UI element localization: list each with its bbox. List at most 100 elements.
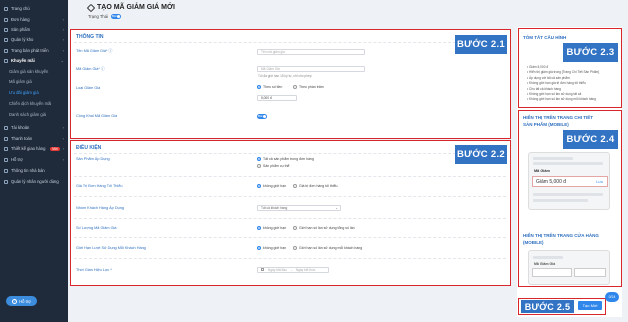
sidebar-item[interactable]: Tài khoản › [0, 123, 68, 132]
info-card [70, 29, 511, 139]
create-button[interactable]: Tạo Mới [578, 301, 602, 310]
page-title: TẠO MÃ GIẢM GIÁ MỚI [86, 3, 175, 12]
public-voucher-toggle[interactable]: Bật [257, 114, 267, 119]
public-voucher-label: Công Khai Mã Giảm Giá [76, 114, 118, 118]
sidebar-item[interactable]: Thông tin nhà bán [0, 166, 68, 175]
voucher-code-input[interactable]: Mã Giảm Giá [257, 66, 365, 72]
shop-voucher-label: Mã Giảm Giá [534, 262, 556, 266]
summary-line: • Không giới hạn số lần sử dụng tất cả [527, 92, 582, 96]
sidebar-item[interactable]: Đơn hàng › [0, 15, 68, 24]
chevron-icon: › [62, 136, 64, 141]
sidebar-item[interactable]: Ưu đãi giảm giá [0, 88, 68, 97]
step-badge-2-5: BƯỚC 2.5 [521, 300, 574, 313]
sidebar-item-label: Trang chủ [11, 6, 30, 11]
sidebar-item[interactable]: Giảm giá sản khuyến [0, 67, 68, 76]
radio-icon [293, 85, 297, 89]
placeholder-bar [533, 157, 573, 160]
min-order-unlimited[interactable]: không giới hạn [257, 184, 286, 188]
voucher-section-label: Mã Giảm [534, 169, 550, 173]
sidebar-item-label: Giảm giá sản khuyến [9, 69, 49, 74]
chevron-icon: ⌄ [60, 58, 64, 63]
pdp-preview-title: HIỂN THỊ TRÊN TRANG CHI TIẾT SẢN PHẨM (M… [523, 115, 593, 127]
sidebar: Trang chủ Đơn hàng › Sản phẩm › Quản lý kho › T… [0, 0, 68, 322]
voucher-value: Giảm 5,000 đ [536, 178, 567, 185]
sidebar-item[interactable]: Danh sách giảm giá [0, 110, 68, 119]
per-customer-limit-label: Giới Hạn Lượt Sử Dụng Mỗi Khách Hàng [76, 246, 146, 250]
sidebar-item-label: Đơn hàng [11, 17, 30, 22]
option-label: Giới hạn số lần sử dụng mỗi khách hàng [299, 246, 363, 250]
quantity-unlimited[interactable]: không giới hạn [257, 226, 286, 230]
customer-group-label: Nhóm Khách Hàng Áp Dụng [76, 206, 124, 210]
sidebar-item[interactable]: Quản lý nhân người dùng [0, 177, 68, 186]
radio-icon [257, 157, 261, 161]
help-button[interactable]: ? Hỗ trợ [6, 296, 37, 306]
radio-icon [257, 226, 261, 230]
divider [74, 258, 506, 259]
chevron-icon: › [62, 37, 64, 42]
summary-line: • Hiển thị giảm giá trong [Trang Chi Tiế… [527, 70, 600, 75]
status-label: Trạng Thái [88, 14, 109, 19]
floating-counter-button[interactable]: 0/24 [605, 292, 619, 302]
start-date: Ngày bắt đầu [267, 268, 287, 272]
shop-voucher-preview [574, 268, 606, 277]
customer-group-select[interactable]: Tất cả khách hàng ⌄ [257, 205, 341, 211]
menu-icon [4, 48, 8, 53]
divider [74, 196, 506, 197]
placeholder-bar [533, 162, 603, 165]
placeholder-bar [533, 199, 588, 202]
voucher-code-label: Mã Giảm Giá* ⓘ [76, 67, 105, 71]
sidebar-item[interactable]: Quản lý kho › [0, 35, 68, 44]
page-title-text: TẠO MÃ GIẢM GIÁ MỚI [97, 4, 175, 11]
applied-products-label: Sản Phẩm Áp Dụng [76, 157, 110, 161]
min-order-label: Giá Trị Đơn Hàng Tối Thiểu [76, 184, 123, 188]
all-products-option[interactable]: Tất cả sản phẩm trong đơn hàng [257, 157, 314, 161]
chevron-icon: › [62, 17, 64, 22]
sidebar-item[interactable]: Trang bán phát triển › [0, 46, 68, 55]
date-range-input[interactable]: Ngày bắt đầu → Ngày kết thúc [257, 267, 329, 273]
sidebar-item[interactable]: Hỗ trợ › [0, 155, 68, 164]
voucher-name-label: Tên Mã Giảm Giá* ⓘ [76, 49, 113, 53]
status-toggle[interactable]: Bật [111, 14, 122, 19]
menu-icon [4, 27, 8, 32]
sidebar-item[interactable]: Chiến dịch khuyến mãi [0, 99, 68, 108]
voucher-name-input[interactable]: Tên mã giảm giá [257, 49, 365, 55]
sidebar-item-label: Danh sách giảm giá [9, 112, 47, 117]
sidebar-item-label: Chiến dịch khuyến mãi [9, 101, 52, 106]
sidebar-item[interactable]: Thiết kế giao hàng Mới › [0, 144, 68, 153]
menu-icon [4, 168, 8, 173]
step-badge-2-1: BƯỚC 2.1 [455, 35, 507, 54]
discount-type-amount[interactable]: Theo số tiền [257, 85, 282, 89]
sidebar-item[interactable]: Trang chủ [0, 4, 68, 13]
per-customer-unlimited[interactable]: không giới hạn [257, 246, 286, 250]
sidebar-item-label: Sản phẩm [11, 27, 31, 32]
specific-products-option[interactable]: Sản phẩm cụ thể [257, 164, 289, 168]
menu-icon [4, 6, 8, 11]
help-label: Hỗ trợ [19, 298, 31, 304]
shop-voucher-preview [532, 268, 572, 277]
chevron-icon: › [62, 125, 64, 130]
discount-amount-input[interactable]: 5,000 đ [257, 95, 297, 101]
per-customer-limited[interactable]: Giới hạn số lần sử dụng mỗi khách hàng [293, 246, 362, 250]
status-row: Trạng Thái Bật [88, 14, 122, 19]
conditions-card [70, 140, 511, 286]
menu-icon [4, 157, 8, 162]
option-label: không giới hạn [263, 246, 287, 250]
select-value: Tất cả khách hàng [261, 206, 288, 210]
option-label: không giới hạn [263, 226, 287, 230]
summary-line: • Không giới hạn số lần sử dụng mỗi khác… [527, 97, 596, 102]
quantity-limited[interactable]: Giới hạn số lần sử dụng tổng số lần [293, 226, 355, 230]
min-order-limited[interactable]: Giá trị đơn hàng tối thiểu [293, 184, 338, 188]
sidebar-item-label: Thông tin nhà bán [11, 168, 45, 173]
sidebar-item[interactable]: Thanh toán › [0, 134, 68, 143]
sidebar-item-label: Hỗ trợ [11, 157, 23, 162]
sidebar-item[interactable]: Mã giảm giá [0, 77, 68, 86]
option-label: Giá trị đơn hàng tối thiểu [299, 184, 338, 188]
sidebar-item[interactable]: Sản phẩm › [0, 25, 68, 34]
validity-period-label: Thời Gian Hiệu Lực * [76, 268, 112, 272]
menu-icon [4, 179, 8, 184]
sidebar-item[interactable]: Khuyến mãi ⌄ [0, 56, 68, 65]
option-label: Theo phần trăm [299, 85, 324, 89]
discount-type-percent[interactable]: Theo phần trăm [293, 85, 324, 89]
menu-icon [4, 125, 8, 130]
summary-title: TÓM TẮT CẤU HÌNH [523, 35, 567, 40]
